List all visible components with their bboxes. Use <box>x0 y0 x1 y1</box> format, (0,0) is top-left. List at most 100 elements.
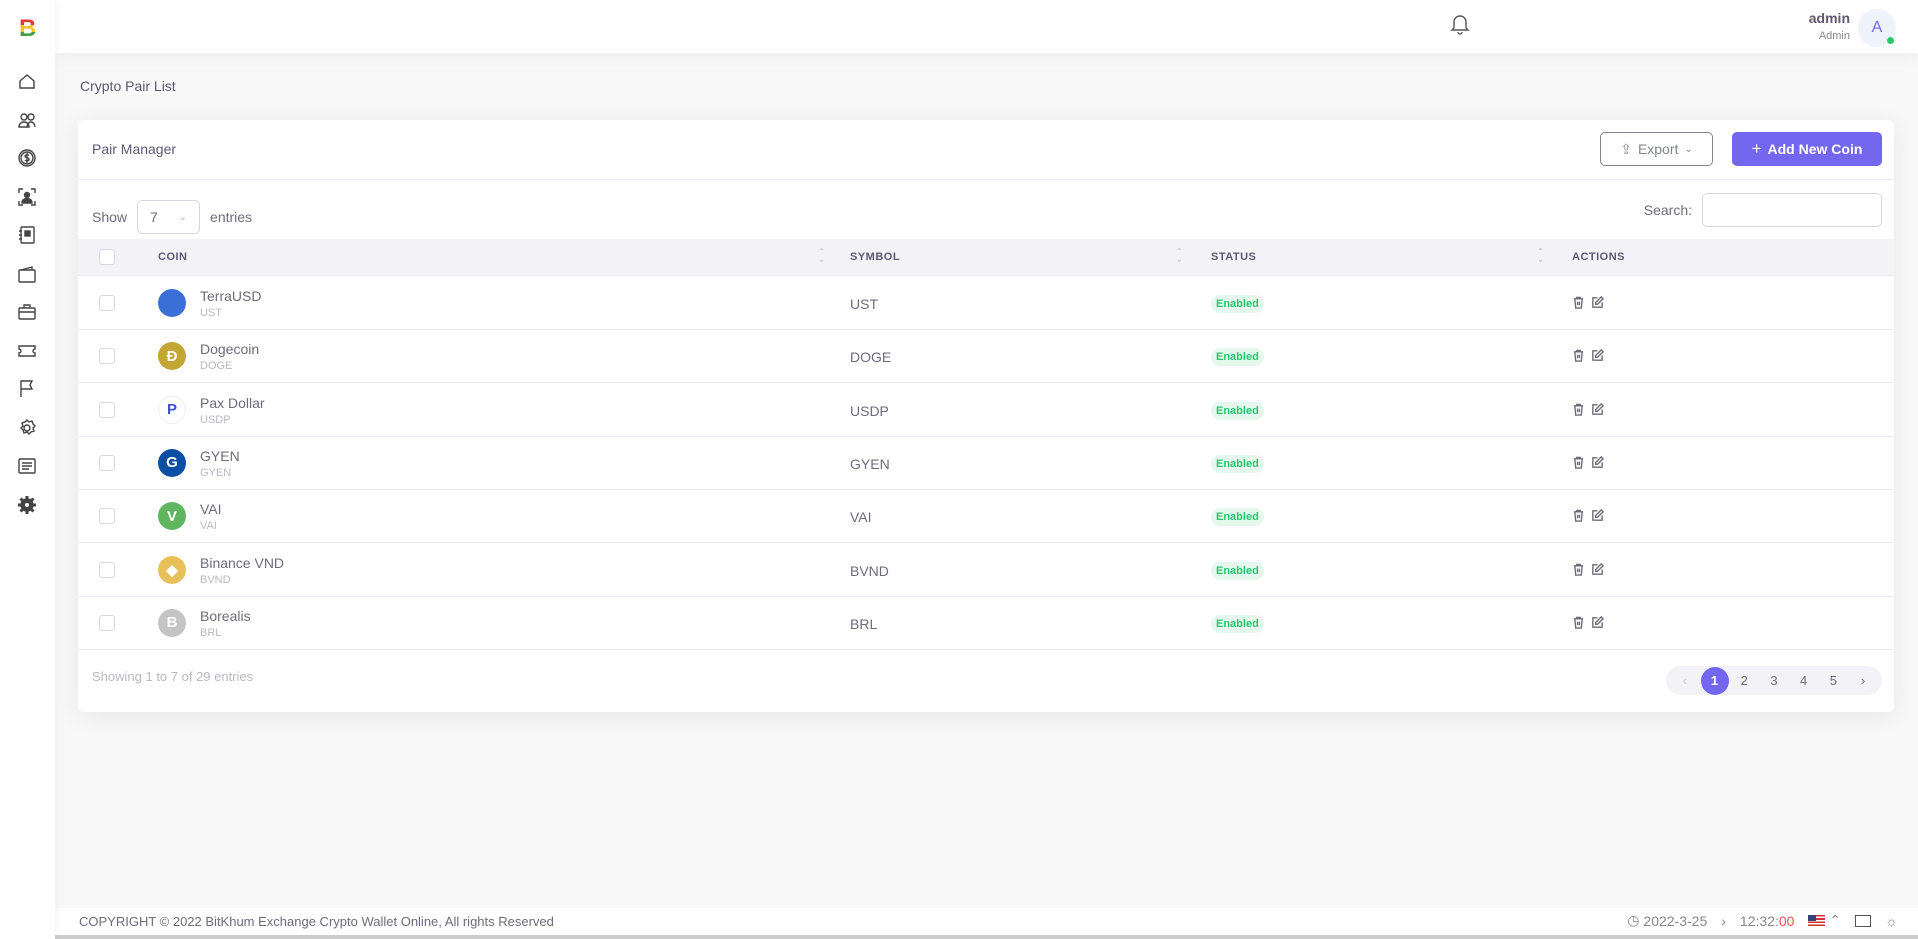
trash-icon[interactable] <box>1572 509 1585 522</box>
ticket-icon <box>18 344 36 357</box>
add-new-coin-button[interactable]: + Add New Coin <box>1732 132 1882 166</box>
edit-icon[interactable] <box>1591 615 1604 629</box>
row-checkbox[interactable] <box>99 348 115 365</box>
status-badge: Enabled <box>1211 454 1264 473</box>
edit-icon[interactable] <box>1591 296 1604 309</box>
export-button[interactable]: ⇪ Export ⌄ <box>1600 132 1713 166</box>
sidebar-item-user-scan[interactable] <box>14 184 40 210</box>
fullscreen-icon[interactable] <box>1855 914 1872 927</box>
page-4-button[interactable]: 4 <box>1790 667 1818 695</box>
trash-icon[interactable] <box>1572 563 1585 576</box>
upload-icon: ⇪ <box>1620 140 1632 157</box>
prev-page-button[interactable]: ‹ <box>1671 667 1699 695</box>
entries-length-control: Show 7 ⌄ entries <box>92 200 252 234</box>
user-scan-icon <box>18 187 36 206</box>
table-row: B Borealis BRL BRL Enabled <box>78 597 1894 650</box>
trash-icon[interactable] <box>1572 616 1585 629</box>
next-page-button[interactable]: › <box>1849 667 1877 695</box>
page-5-button[interactable]: 5 <box>1819 667 1847 695</box>
online-status-dot <box>1886 36 1895 45</box>
user-info[interactable]: admin Admin <box>1809 10 1850 42</box>
sidebar: B <box>0 0 55 939</box>
chevron-up-icon[interactable]: ⌃ <box>1829 912 1841 929</box>
pagination: ‹ 1 2 3 4 5 › <box>1666 666 1882 695</box>
sidebar-item-document[interactable] <box>14 222 40 248</box>
coin-symbol: DOGE <box>850 349 892 366</box>
entries-label: entries <box>210 209 253 225</box>
row-checkbox[interactable] <box>99 401 115 418</box>
sort-icon[interactable]: ⌃ ⌄ <box>818 248 825 264</box>
bell-icon[interactable] <box>1450 13 1470 38</box>
row-checkbox[interactable] <box>99 295 115 311</box>
trash-icon[interactable] <box>1572 456 1585 469</box>
brand-logo[interactable]: B <box>19 15 36 43</box>
table-row: P Pax Dollar USDP USDP Enabled <box>78 384 1894 437</box>
row-checkbox[interactable] <box>99 614 115 631</box>
sidebar-item-briefcase[interactable] <box>14 299 40 325</box>
sun-icon[interactable]: ☼ <box>1885 913 1898 929</box>
trash-icon[interactable] <box>1572 349 1585 363</box>
sidebar-item-gear-filled[interactable] <box>14 492 40 518</box>
clock-icon: ◷ <box>1627 912 1640 928</box>
us-flag-icon[interactable] <box>1808 915 1826 926</box>
sidebar-item-list[interactable] <box>14 453 40 479</box>
sidebar-item-ticket[interactable] <box>14 338 40 364</box>
sidebar-item-dollar[interactable] <box>14 145 40 171</box>
chevron-right-icon[interactable]: › <box>1721 913 1726 929</box>
sort-icon[interactable]: ⌃ ⌄ <box>1537 248 1544 264</box>
users-icon <box>18 112 36 128</box>
sidebar-item-users[interactable] <box>14 107 40 133</box>
edit-icon[interactable] <box>1591 562 1604 576</box>
home-icon <box>19 74 35 89</box>
coin-code: VAI <box>200 520 217 533</box>
status-badge: Enabled <box>1211 561 1264 580</box>
coin-glyph: P <box>166 401 177 419</box>
page-3-button[interactable]: 3 <box>1760 667 1788 695</box>
table-info: Showing 1 to 7 of 29 entries <box>92 669 254 684</box>
page-2-button[interactable]: 2 <box>1730 667 1758 695</box>
chevron-down-icon: ⌄ <box>178 211 188 223</box>
coin-name: TerraUSD <box>200 288 262 304</box>
user-role: Admin <box>1818 30 1850 42</box>
search-label: Search: <box>1643 202 1692 218</box>
column-status[interactable]: STATUS <box>1211 251 1256 263</box>
row-checkbox[interactable] <box>99 508 115 525</box>
document-icon <box>19 226 35 244</box>
coin-icon: ◆ <box>158 555 186 584</box>
bottom-bar <box>0 935 1918 939</box>
trash-icon[interactable] <box>1572 296 1585 309</box>
coin-symbol: VAI <box>850 509 872 526</box>
avatar[interactable]: A <box>1858 9 1896 47</box>
coin-name: Borealis <box>200 607 251 624</box>
row-checkbox[interactable] <box>99 561 115 578</box>
page-1-button[interactable]: 1 <box>1700 666 1729 695</box>
wallet-icon <box>18 265 36 283</box>
edit-icon[interactable] <box>1591 402 1604 416</box>
table-row: V VAI VAI VAI Enabled <box>78 490 1894 544</box>
table-row: TerraUSD UST UST Enabled <box>78 277 1894 330</box>
sidebar-item-flag[interactable] <box>14 376 40 402</box>
status-badge: Enabled <box>1211 508 1264 527</box>
edit-icon[interactable] <box>1591 455 1604 469</box>
edit-icon[interactable] <box>1591 349 1604 362</box>
select-all-checkbox[interactable] <box>99 249 115 265</box>
sidebar-item-settings[interactable] <box>14 415 40 441</box>
entries-select[interactable]: 7 ⌄ <box>137 200 201 234</box>
coin-symbol: BRL <box>850 615 878 632</box>
sidebar-item-home[interactable] <box>14 68 40 94</box>
coin-glyph: V <box>166 507 177 525</box>
column-coin[interactable]: COIN <box>158 251 188 263</box>
edit-icon[interactable] <box>1591 509 1604 522</box>
row-checkbox[interactable] <box>99 454 115 471</box>
column-symbol[interactable]: SYMBOL <box>850 251 900 263</box>
search-input[interactable] <box>1702 193 1882 227</box>
sort-icon[interactable]: ⌃ ⌄ <box>1176 248 1183 264</box>
coin-icon: P <box>158 395 186 424</box>
coin-icon: G <box>158 448 186 477</box>
flag-icon <box>20 380 34 397</box>
trash-icon[interactable] <box>1572 403 1585 416</box>
coin-symbol: UST <box>850 296 878 312</box>
copyright-text: COPYRIGHT © 2022 BitKhum Exchange Crypto… <box>79 914 554 929</box>
sidebar-item-wallet[interactable] <box>14 261 40 287</box>
settings-icon <box>20 418 36 435</box>
